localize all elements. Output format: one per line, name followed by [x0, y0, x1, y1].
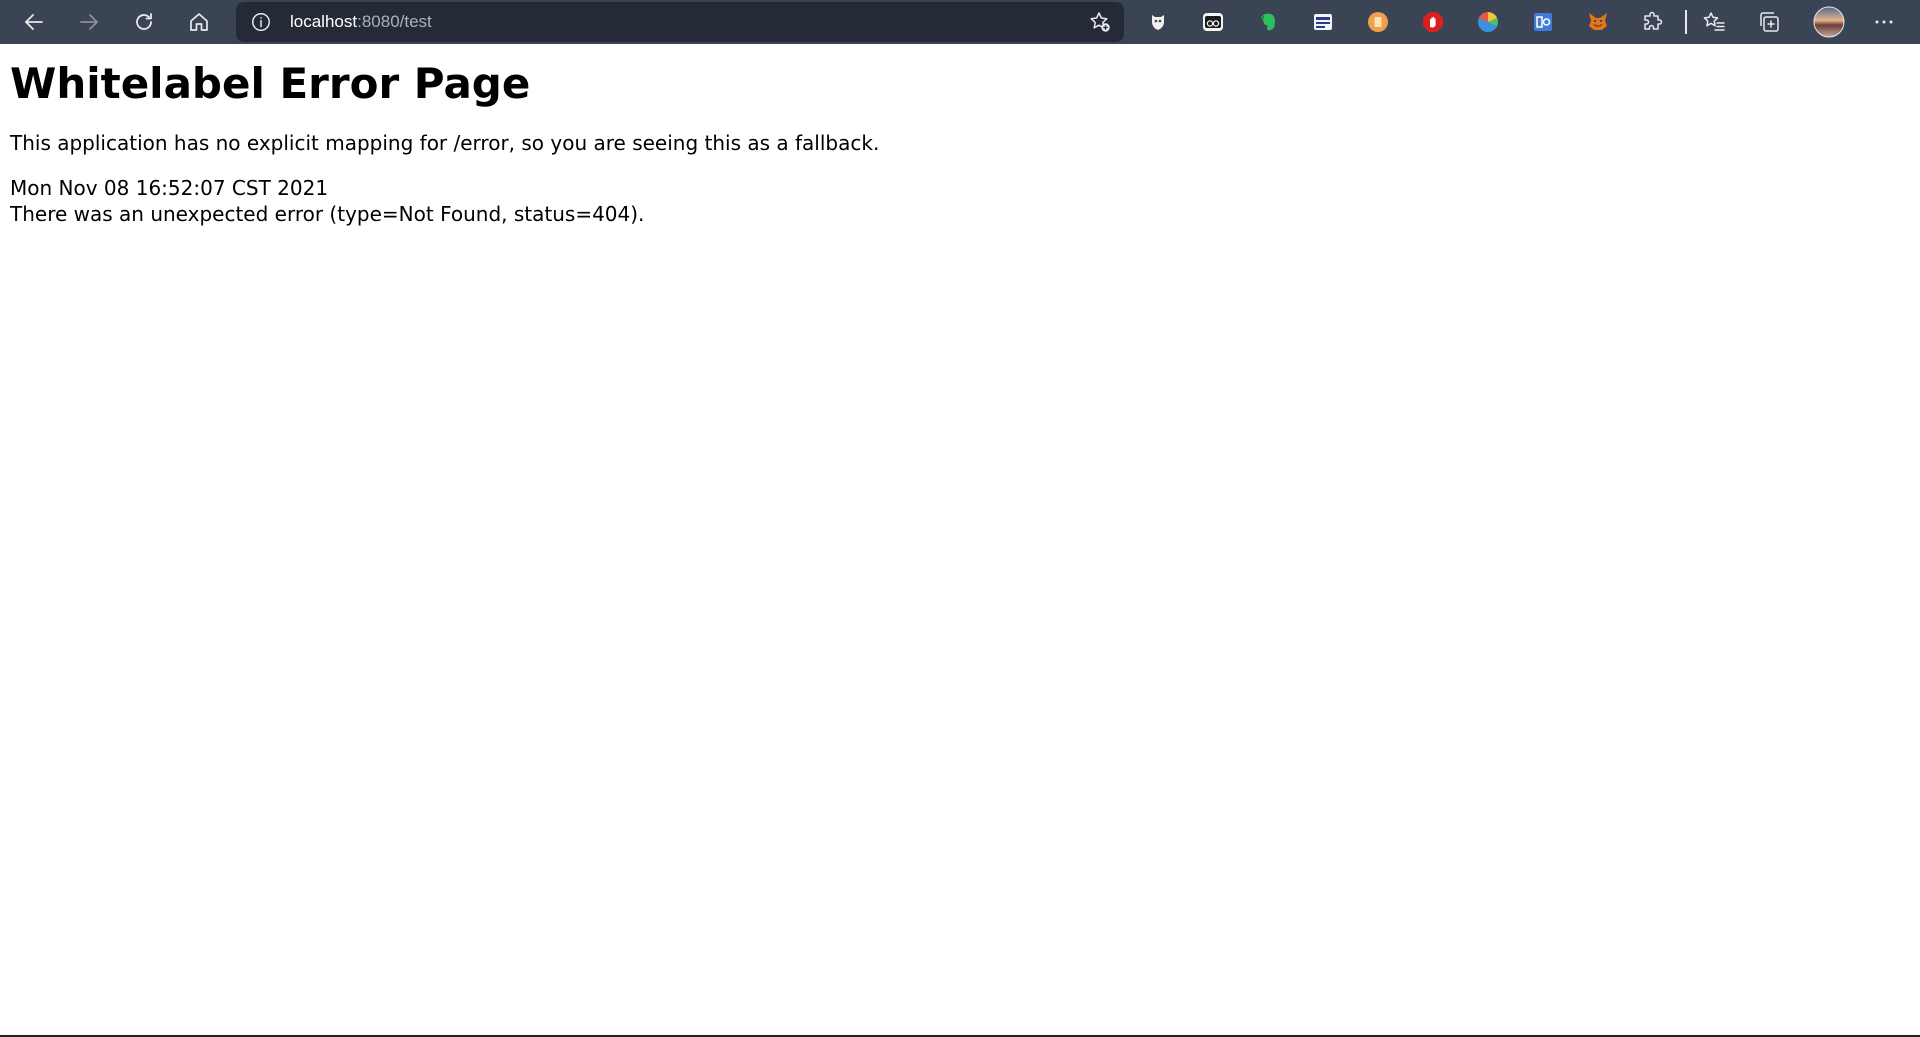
forward-button[interactable]	[69, 2, 109, 42]
info-circle-icon[interactable]	[250, 11, 272, 33]
window-extension-icon	[1314, 14, 1332, 30]
toolbar-separator	[1685, 10, 1687, 34]
evernote-icon	[1261, 13, 1275, 31]
colorful-extension-icon	[1478, 12, 1498, 32]
error-timestamp: Mon Nov 08 16:52:07 CST 2021	[10, 176, 329, 200]
collections-icon	[1760, 12, 1779, 32]
arrow-right-icon	[80, 14, 98, 30]
url-path: :8080/test	[357, 12, 432, 31]
home-icon	[190, 13, 208, 31]
extension-note-button[interactable]	[1364, 8, 1392, 36]
url-host: localhost	[290, 12, 358, 31]
favorites-button[interactable]	[1700, 8, 1728, 36]
page-description: This application has no explicit mapping…	[10, 131, 880, 155]
glasses-extension-icon	[1203, 13, 1223, 31]
avatar	[1813, 6, 1845, 38]
page-content: Whitelabel Error Page This application h…	[0, 44, 1920, 1037]
extension-metamask-button[interactable]	[1584, 8, 1612, 36]
extension-evernote-button[interactable]	[1254, 8, 1282, 36]
extensions-button[interactable]	[1639, 8, 1667, 36]
address-url[interactable]: localhost:8080/test	[290, 12, 432, 32]
star-plus-icon[interactable]	[1088, 10, 1112, 34]
refresh-icon	[136, 13, 152, 30]
page-title: Whitelabel Error Page	[10, 59, 531, 108]
extension-translate-button[interactable]	[1529, 8, 1557, 36]
refresh-button[interactable]	[124, 2, 164, 42]
more-dots-icon	[1875, 20, 1893, 24]
menu-button[interactable]	[1870, 8, 1898, 36]
translate-extension-icon	[1534, 13, 1552, 31]
back-button[interactable]	[14, 2, 54, 42]
error-info: Mon Nov 08 16:52:07 CST 2021 There was a…	[10, 175, 1910, 227]
note-extension-icon	[1368, 12, 1388, 32]
extension-window-button[interactable]	[1309, 8, 1337, 36]
collections-button[interactable]	[1755, 8, 1783, 36]
address-bar[interactable]: localhost:8080/test	[236, 2, 1124, 42]
extension-shield-button[interactable]	[1144, 8, 1172, 36]
extension-adblock-button[interactable]	[1419, 8, 1447, 36]
profile-button[interactable]	[1813, 6, 1845, 38]
arrow-left-icon	[25, 14, 43, 30]
browser-toolbar: localhost:8080/test	[0, 0, 1920, 44]
error-message: There was an unexpected error (type=Not …	[10, 202, 645, 226]
fox-icon	[1589, 13, 1607, 30]
extension-glasses-button[interactable]	[1199, 8, 1227, 36]
puzzle-icon	[1644, 11, 1663, 30]
extension-colorful-button[interactable]	[1474, 8, 1502, 36]
star-list-icon	[1703, 12, 1725, 31]
home-button[interactable]	[179, 2, 219, 42]
hand-stop-icon	[1423, 12, 1443, 32]
shield-extension-icon	[1152, 15, 1164, 30]
